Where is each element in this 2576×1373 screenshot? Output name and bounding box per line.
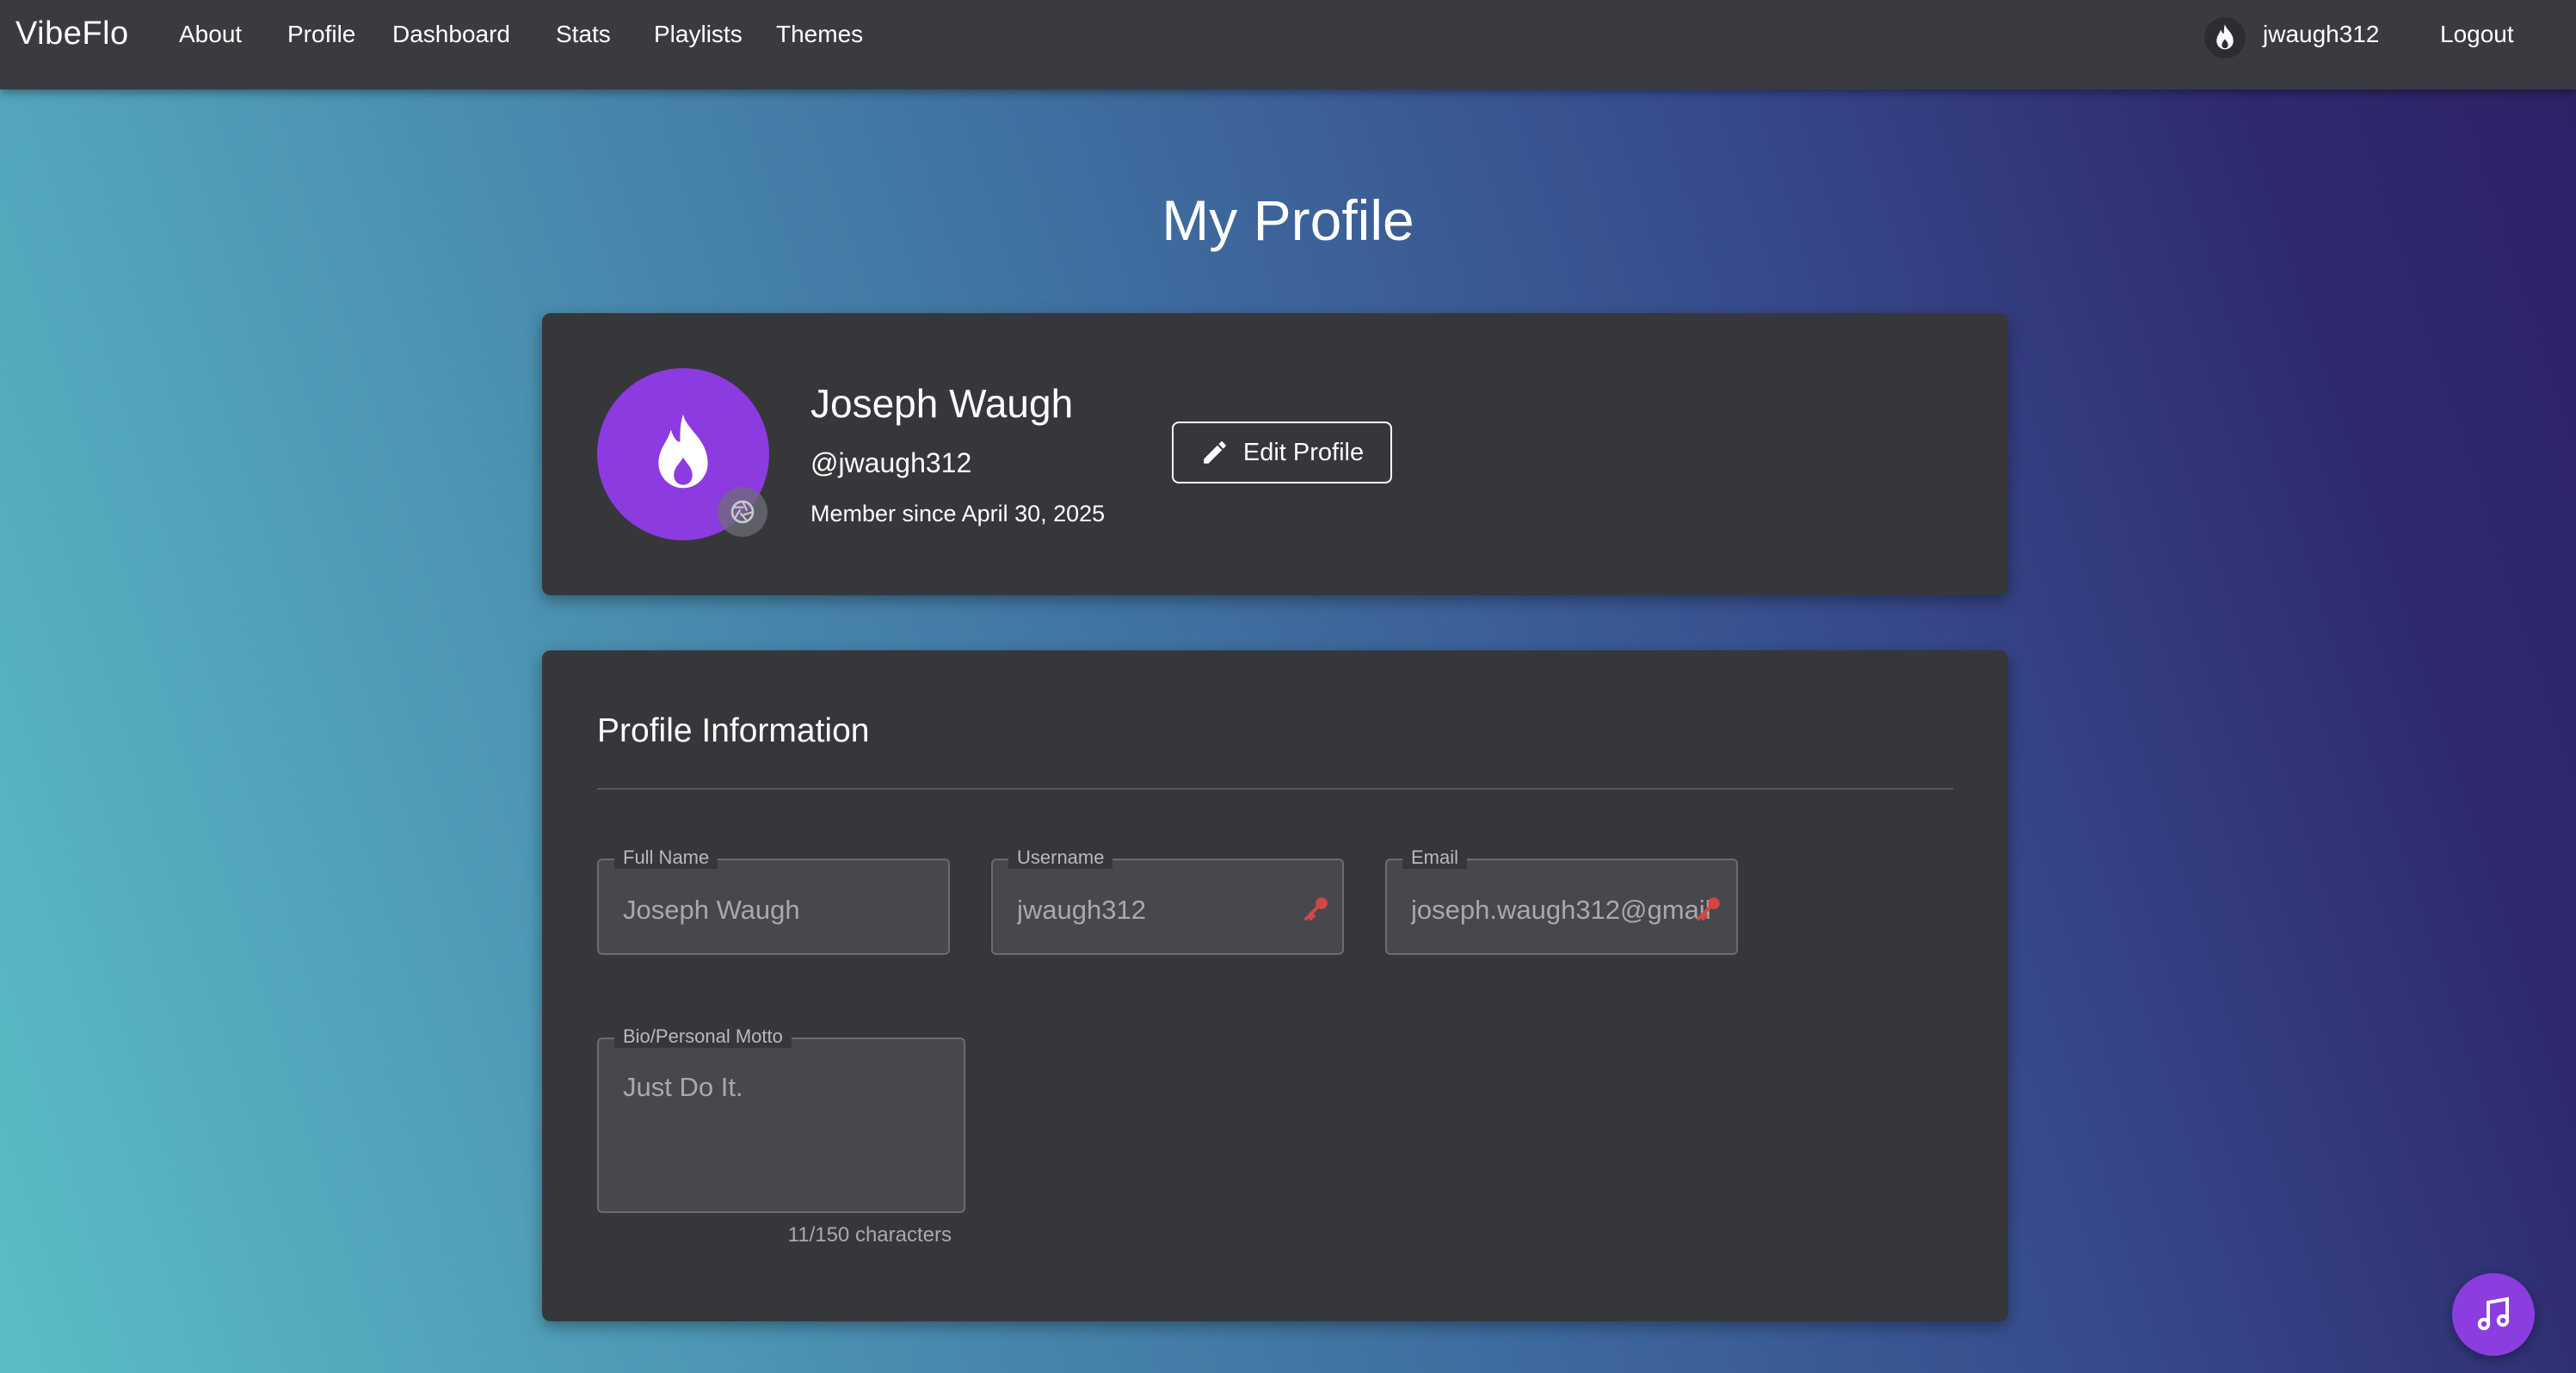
edit-profile-button[interactable]: Edit Profile — [1172, 422, 1392, 483]
page-title: My Profile — [1162, 188, 1414, 252]
music-note-icon — [2477, 1296, 2510, 1331]
pencil-icon — [1204, 441, 1226, 464]
bio-value[interactable]: Just Do It. — [623, 1072, 940, 1103]
email-label: Email — [1402, 847, 1468, 869]
edit-profile-label: Edit Profile — [1242, 438, 1365, 466]
full-name-value[interactable]: Joseph Waugh — [623, 895, 924, 926]
bio-field[interactable]: Bio/Personal Motto Just Do It. — [597, 1025, 965, 1213]
email-field[interactable]: Email joseph.waugh312@gmail — [1385, 847, 1738, 955]
profile-handle: @jwaugh312 — [810, 447, 972, 478]
full-name-label: Full Name — [614, 847, 718, 869]
profile-name: Joseph Waugh — [810, 381, 1074, 426]
flame-icon — [2216, 24, 2234, 50]
nav-username[interactable]: jwaugh312 — [2263, 21, 2379, 48]
section-title: Profile Information — [597, 712, 870, 749]
divider — [597, 788, 1953, 790]
nav-link-about[interactable]: About — [179, 21, 242, 48]
nav-link-playlists[interactable]: Playlists — [654, 21, 743, 48]
navbar: VibeFlo About Profile Dashboard Stats Pl… — [0, 0, 2576, 89]
nav-link-stats[interactable]: Stats — [556, 21, 611, 48]
username-label: Username — [1008, 847, 1113, 869]
nav-link-themes[interactable]: Themes — [776, 21, 863, 48]
brand-logo[interactable]: VibeFlo — [15, 15, 129, 52]
nav-user-avatar[interactable] — [2204, 17, 2246, 58]
music-player-button[interactable] — [2452, 1273, 2535, 1356]
profile-info-card: Profile Information Full Name Joseph Wau… — [542, 650, 2008, 1321]
member-since: Member since April 30, 2025 — [810, 501, 1106, 526]
flame-icon — [658, 414, 708, 489]
logout-button[interactable]: Logout — [2440, 21, 2514, 48]
username-value[interactable]: jwaugh312 — [1017, 895, 1282, 926]
key-icon — [1697, 897, 1720, 920]
char-count: 11/150 characters — [787, 1223, 952, 1247]
key-icon — [1304, 897, 1328, 920]
full-name-field[interactable]: Full Name Joseph Waugh — [597, 847, 950, 955]
change-avatar-button[interactable] — [718, 487, 767, 537]
username-field[interactable]: Username jwaugh312 — [991, 847, 1344, 955]
nav-link-profile[interactable]: Profile — [287, 21, 355, 48]
nav-link-dashboard[interactable]: Dashboard — [392, 21, 510, 48]
email-value[interactable]: joseph.waugh312@gmail — [1411, 895, 1724, 926]
camera-icon — [730, 500, 755, 524]
bio-label: Bio/Personal Motto — [614, 1025, 792, 1048]
profile-header-card: Joseph Waugh @jwaugh312 Member since Apr… — [542, 313, 2008, 595]
